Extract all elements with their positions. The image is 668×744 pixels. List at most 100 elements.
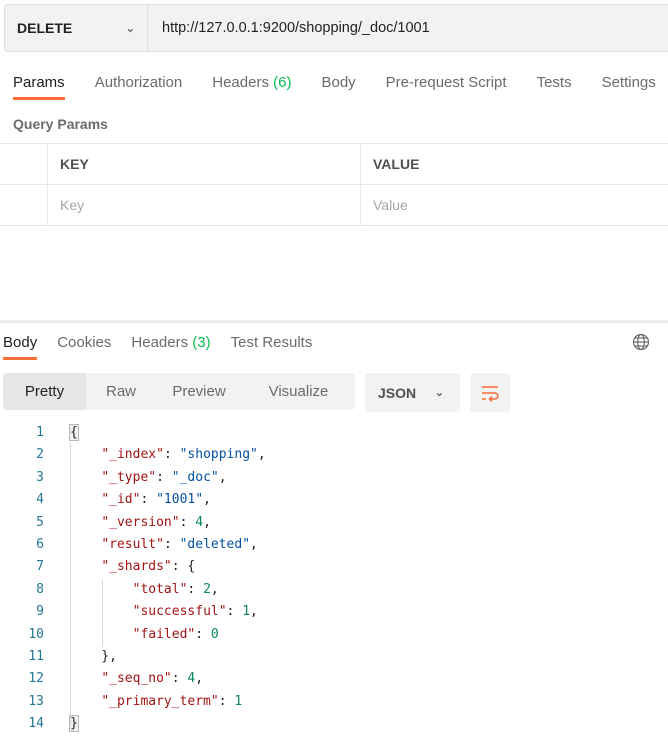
tab-label: Tests [536, 74, 572, 91]
url-input[interactable]: http://127.0.0.1:9200/shopping/_doc/1001 [148, 20, 430, 36]
code-token: : [156, 469, 172, 485]
value-input[interactable]: Value [361, 185, 668, 225]
tab-label: Headers [131, 334, 189, 351]
code-line: "_shards": { [70, 559, 195, 574]
code-token: , [203, 514, 211, 530]
code-token: : [140, 492, 157, 508]
tab-label: Pre-request Script [385, 74, 507, 91]
code-token: : [187, 581, 204, 597]
code-line: "successful": 1, [70, 604, 258, 619]
code-token: "_index" [101, 447, 164, 463]
query-params-table: KEY VALUE Key Value [0, 143, 668, 226]
code-token: : [218, 693, 235, 709]
tab-label: Params [13, 74, 65, 91]
response-tabs: Body Cookies Headers (3) Test Results [3, 334, 332, 360]
tab-body[interactable]: Body [3, 334, 38, 360]
method-select[interactable]: DELETE ⌄ [5, 5, 148, 51]
tab-label: Cookies [57, 334, 112, 351]
tab-body[interactable]: Body [321, 74, 355, 91]
query-params-title: Query Params [13, 116, 108, 132]
code-token: 4 [195, 514, 204, 530]
tab-authorization[interactable]: Authorization [95, 74, 183, 91]
line-number: 1 [36, 425, 44, 440]
view-mode-preview[interactable]: Preview [156, 373, 242, 410]
tab-params[interactable]: Params [13, 74, 65, 100]
code-token: "total" [132, 581, 188, 597]
code-token: 0 [210, 626, 219, 642]
line-number: 2 [36, 447, 44, 463]
code-token: "_primary_term" [101, 693, 219, 709]
code-token: "_version" [101, 514, 180, 530]
globe-icon[interactable] [632, 333, 650, 356]
code-line: "total": 2, [70, 582, 219, 597]
code-token: "deleted" [179, 537, 251, 552]
view-mode-raw[interactable]: Raw [86, 373, 156, 410]
code-token: : [226, 604, 243, 620]
code-token: "failed" [132, 626, 196, 642]
code-token: "_type" [101, 469, 157, 485]
tab-label: Headers [212, 74, 269, 91]
wrap-lines-button[interactable] [470, 373, 510, 412]
tab-tests[interactable]: Tests [537, 74, 572, 91]
code-token: : { [171, 559, 196, 575]
format-select[interactable]: JSON ⌄ [365, 373, 460, 412]
code-line: } [69, 715, 79, 733]
table-row: Key Value [0, 185, 668, 226]
key-input[interactable]: Key [48, 185, 361, 225]
code-line: { [69, 424, 79, 441]
pane-divider[interactable] [0, 320, 668, 323]
code-token: : [179, 514, 196, 530]
url-bar: DELETE ⌄ http://127.0.0.1:9200/shopping/_… [4, 4, 668, 52]
code-line: "result": "deleted", [70, 537, 258, 552]
code-token: : [195, 626, 211, 642]
tab-count: (6) [273, 74, 292, 91]
code-token: "result" [101, 537, 164, 552]
view-mode-visualize[interactable]: Visualize [242, 373, 355, 410]
tab-headers[interactable]: Headers (3) [131, 334, 210, 351]
code-token: , [250, 537, 258, 552]
code-token: , [210, 581, 219, 597]
line-number: 10 [28, 626, 44, 642]
code-token: "1001" [156, 492, 204, 508]
tab-label: Settings [601, 74, 656, 91]
code-line: "_seq_no": 4, [70, 671, 203, 686]
indent-guide [102, 579, 103, 647]
code-token: "_id" [101, 492, 141, 508]
code-token: , [250, 604, 258, 620]
code-line: "_primary_term": 1 [70, 694, 242, 709]
tab-label: Test Results [230, 334, 313, 351]
tab-label: Body [321, 74, 356, 91]
view-mode-selector: Pretty Raw Preview Visualize [3, 373, 355, 410]
checkbox-column [0, 144, 48, 184]
line-number: 14 [28, 716, 44, 732]
code-token: , [195, 671, 204, 687]
code-token: : [163, 537, 180, 552]
key-header: KEY [48, 144, 361, 184]
line-number: 5 [36, 514, 44, 530]
tab-headers[interactable]: Headers (6) [212, 74, 291, 91]
code-line: "_type": "_doc", [70, 469, 227, 485]
tab-test-results[interactable]: Test Results [231, 334, 313, 351]
view-mode-pretty[interactable]: Pretty [3, 373, 86, 410]
code-token: "_doc" [171, 469, 219, 485]
line-number: 13 [28, 693, 44, 709]
tab-pre-request-script[interactable]: Pre-request Script [386, 74, 507, 91]
line-number: 9 [36, 604, 44, 620]
code-token: , [203, 492, 211, 508]
tab-settings[interactable]: Settings [602, 74, 656, 91]
code-token: 1 [242, 604, 251, 620]
code-token: , [218, 469, 227, 485]
code-token: "_shards" [101, 559, 172, 575]
code-token: { [69, 424, 79, 441]
line-number: 6 [36, 537, 44, 552]
tab-label: Body [3, 334, 38, 351]
table-header-row: KEY VALUE [0, 144, 668, 185]
tab-cookies[interactable]: Cookies [57, 334, 111, 351]
line-number: 7 [36, 559, 44, 575]
